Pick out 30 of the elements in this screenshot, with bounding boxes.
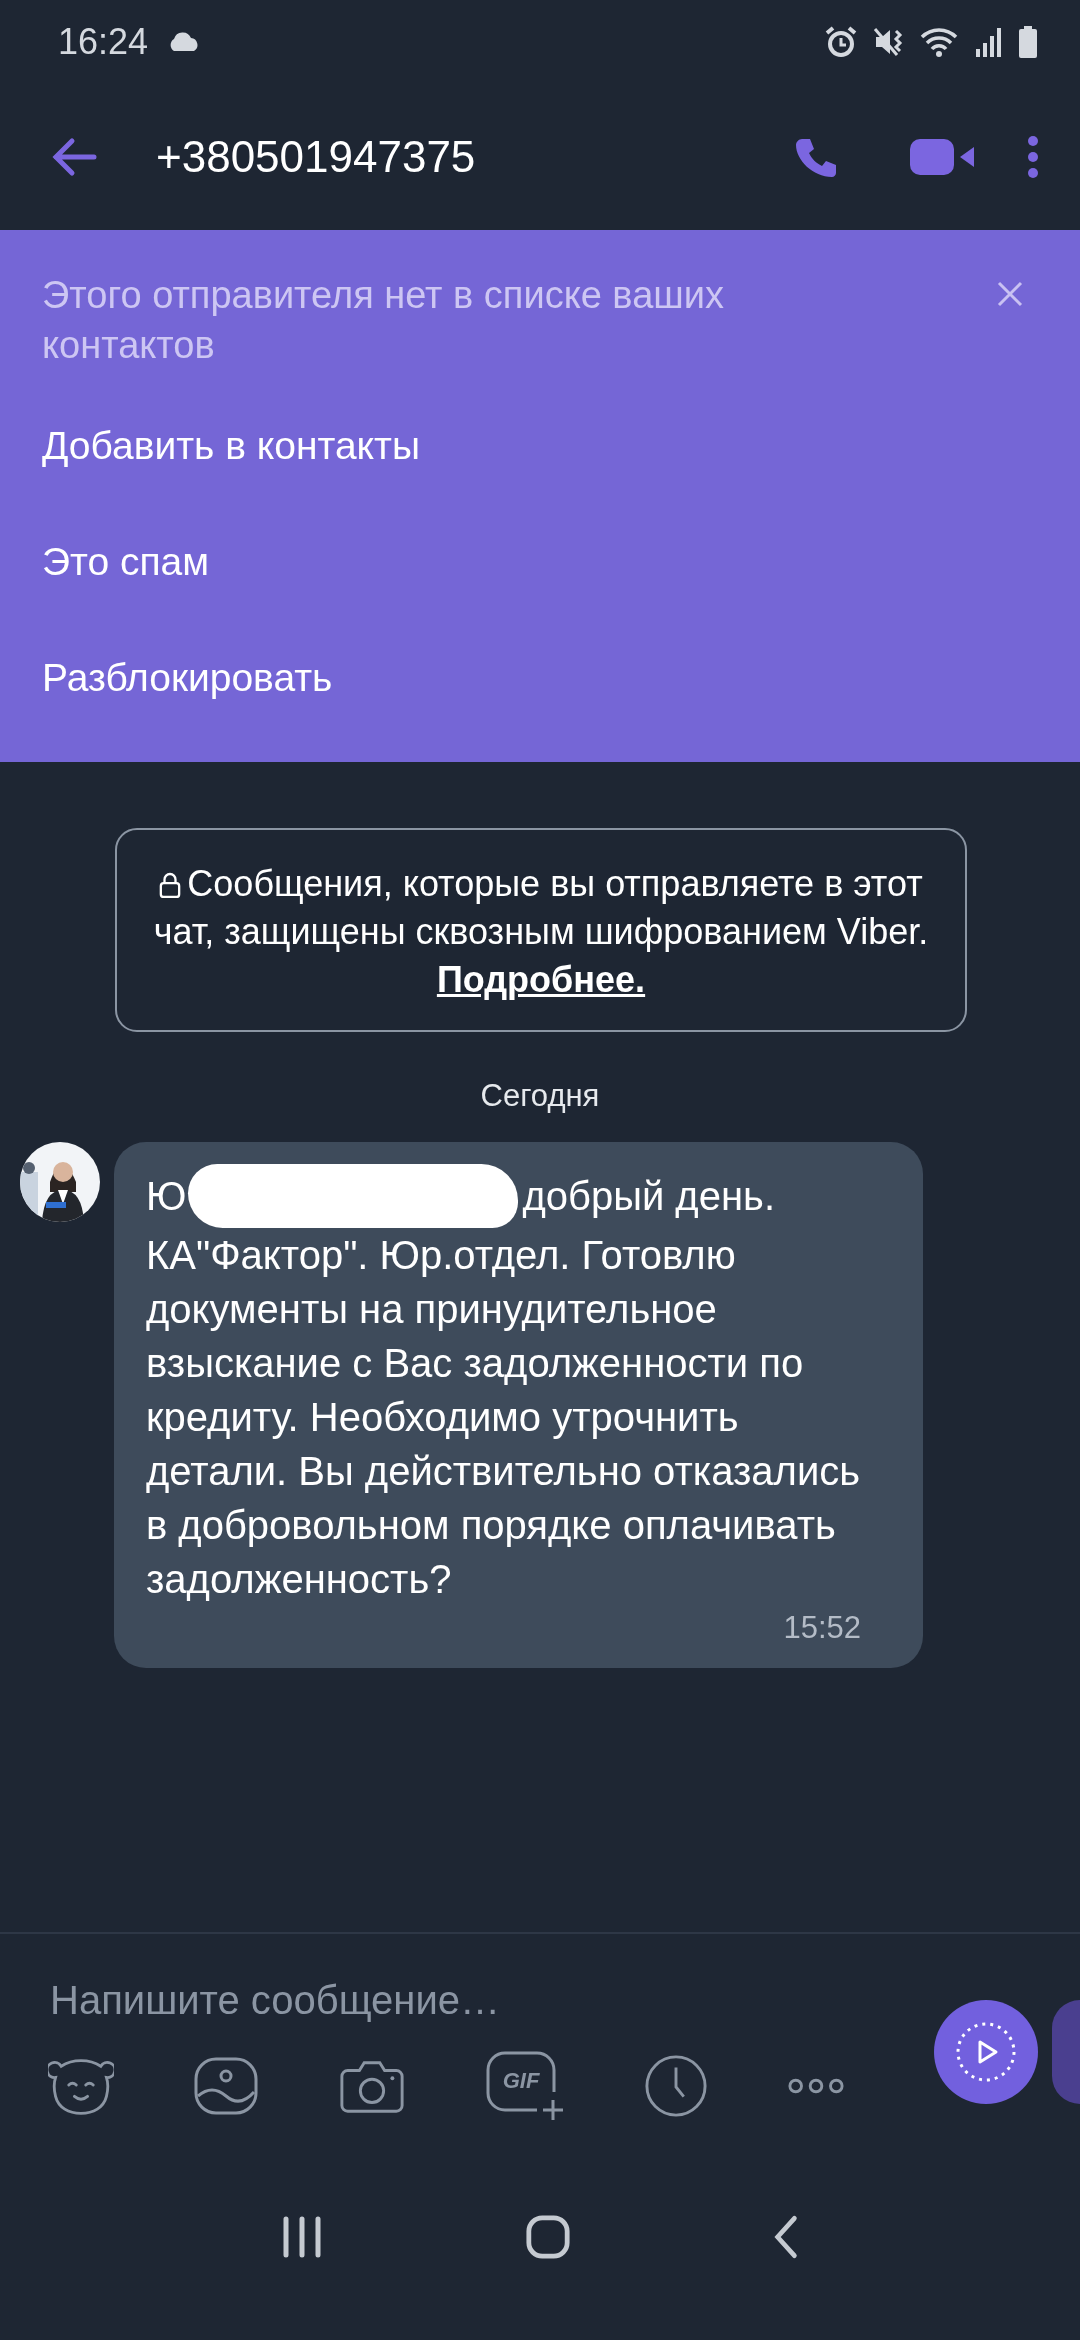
date-separator: Сегодня	[480, 1078, 600, 1114]
close-icon[interactable]	[996, 280, 1024, 308]
message-input-field[interactable]: Напишите сообщение…	[50, 1972, 850, 2028]
back-arrow-icon[interactable]	[50, 137, 98, 177]
wifi-icon	[920, 25, 960, 59]
play-icon	[954, 2020, 1018, 2084]
gallery-icon[interactable]	[193, 2056, 259, 2116]
status-time: 16:24	[58, 21, 149, 63]
banner-action[interactable]: Добавить в контакты	[42, 388, 1038, 504]
banner-action[interactable]: Разблокировать	[42, 620, 1038, 736]
message-text: Ю	[146, 1173, 187, 1220]
battery-icon	[1018, 25, 1038, 59]
banner-action[interactable]: Это спам	[42, 504, 1038, 620]
alarm-icon	[824, 25, 858, 59]
signal-icon	[974, 25, 1004, 59]
bear-sticker-icon[interactable]	[48, 2056, 114, 2116]
more-options-icon[interactable]	[1026, 135, 1040, 179]
encryption-notice: Сообщения, которые вы отправляете в этот чат, защищены сквозным шифрованием Viber. Подробнее.	[152, 862, 930, 1002]
message-text: добрый день.	[522, 1173, 775, 1220]
message-text: КА"Фактор". Юр.отдел. Готовлю документы на принудительное взыскание с Вас задолженности по кредиту. Необходимо утрочнить детали. Вы действительно отказались в добровольном порядке оплачивать задолженность?	[146, 1233, 861, 1601]
home-icon[interactable]	[525, 2214, 571, 2260]
message-time: 15:52	[783, 1610, 861, 1646]
lock-icon	[159, 871, 182, 899]
video-camera-icon[interactable]	[910, 137, 976, 177]
clock-icon[interactable]	[644, 2054, 708, 2118]
more-icon[interactable]	[787, 2076, 845, 2096]
gif-add-button[interactable]: GIF	[485, 2050, 565, 2122]
learn-more-link[interactable]: Подробнее.	[436, 959, 646, 1000]
contact-phone-number: +380501947375	[156, 132, 477, 182]
banner-message: Этого отправителя нет в списке ваших контактов	[42, 273, 725, 368]
